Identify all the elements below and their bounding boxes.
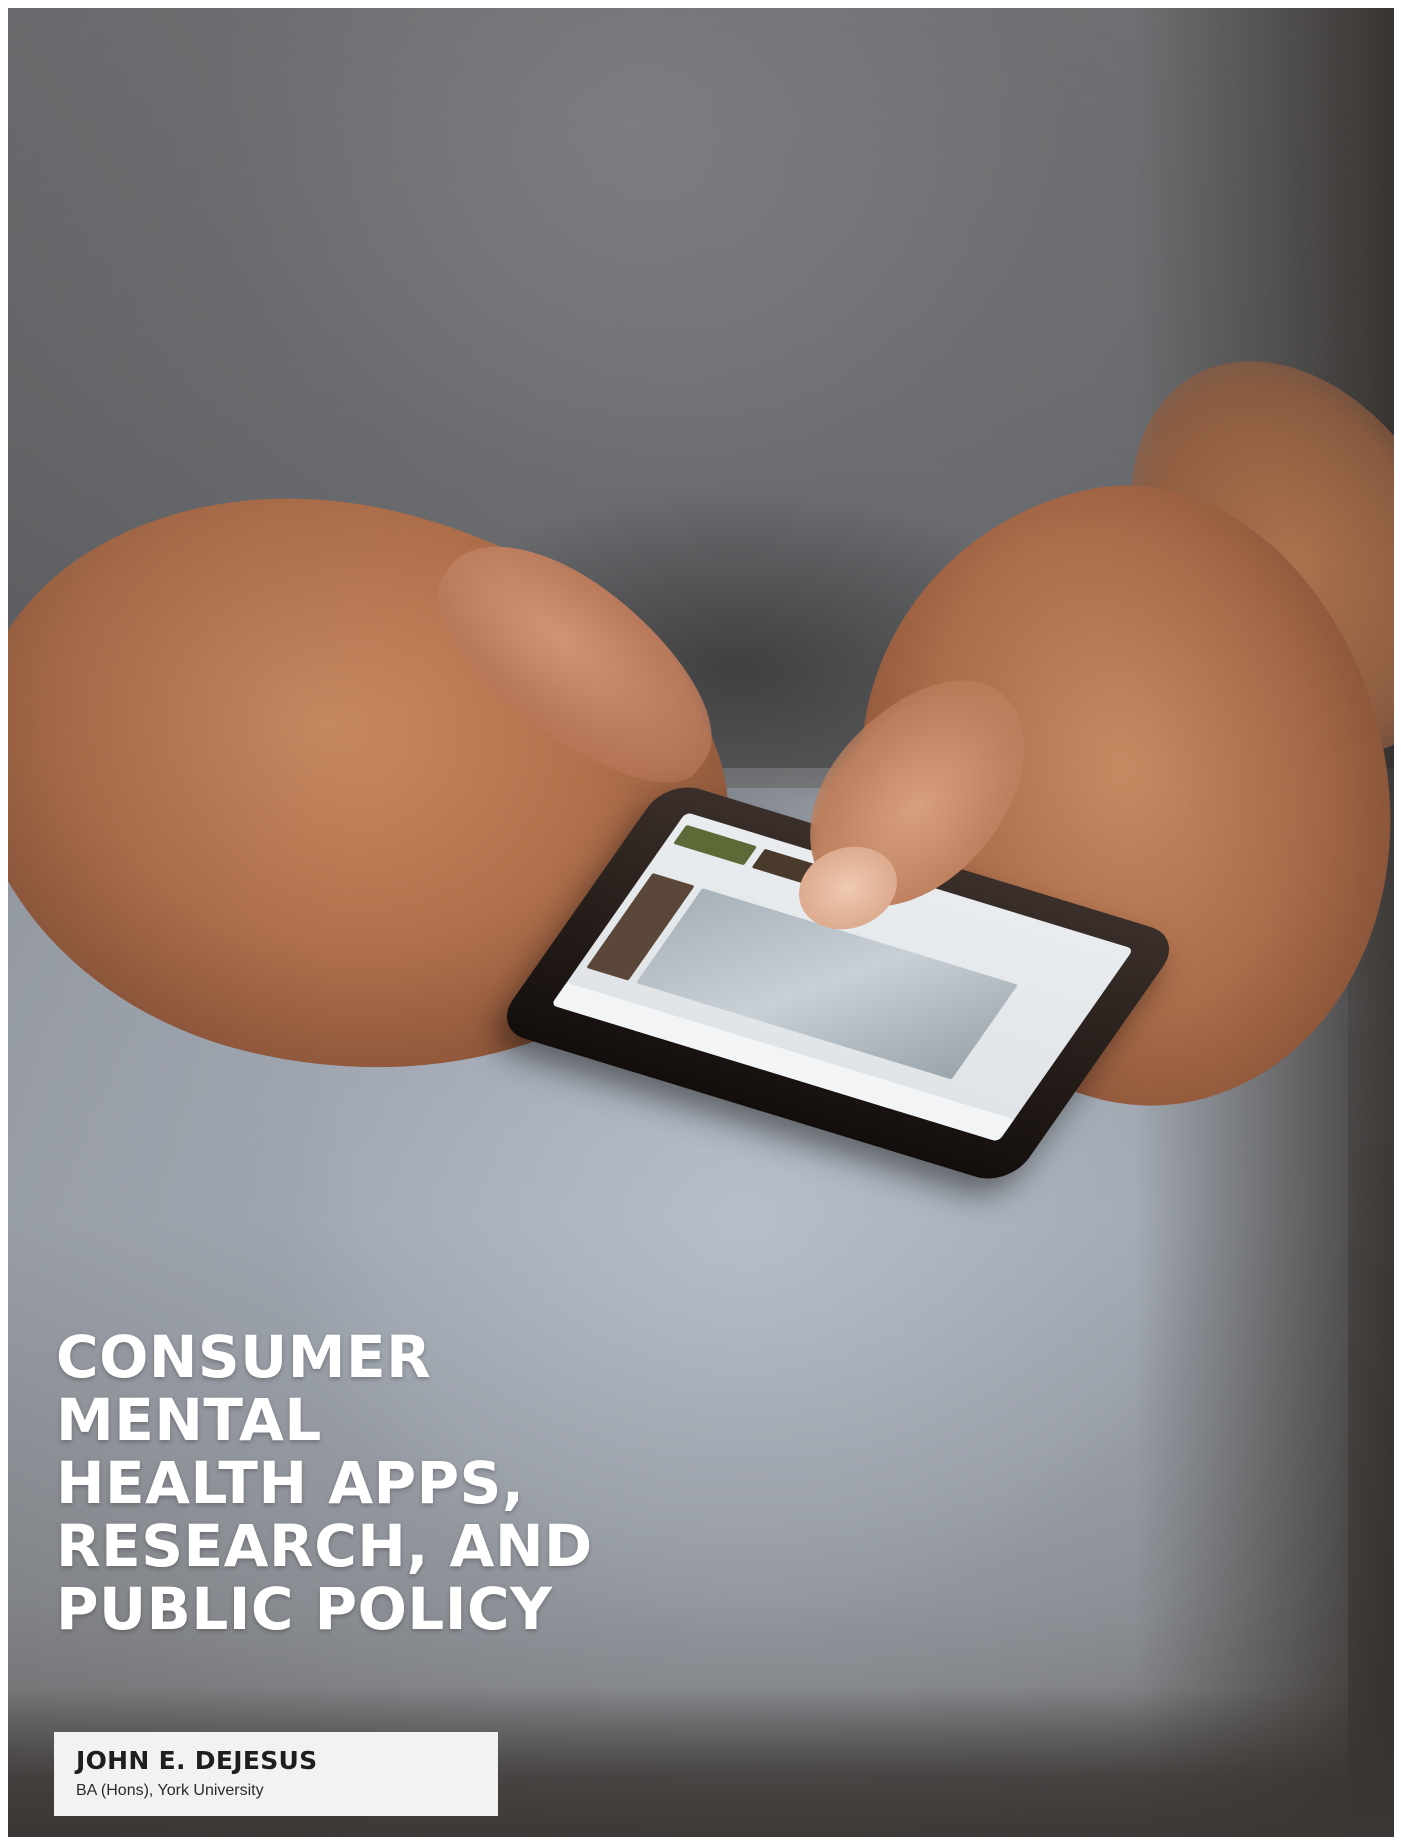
title-line: HEALTH APPS, [56,1449,525,1517]
author-box: JOHN E. DEJESUS BA (Hons), York Universi… [54,1732,498,1816]
title-line: MENTAL [56,1386,322,1454]
title-line: CONSUMER [56,1323,432,1391]
title-line: PUBLIC POLICY [56,1575,553,1643]
author-affiliation: BA (Hons), York University [76,1782,264,1799]
title-line: RESEARCH, AND [56,1512,593,1580]
cover-page: CONSUMER MENTAL HEALTH APPS, RESEARCH, A… [8,8,1394,1837]
cover-title: CONSUMER MENTAL HEALTH APPS, RESEARCH, A… [56,1326,593,1641]
author-name: JOHN E. DEJESUS [76,1746,318,1775]
